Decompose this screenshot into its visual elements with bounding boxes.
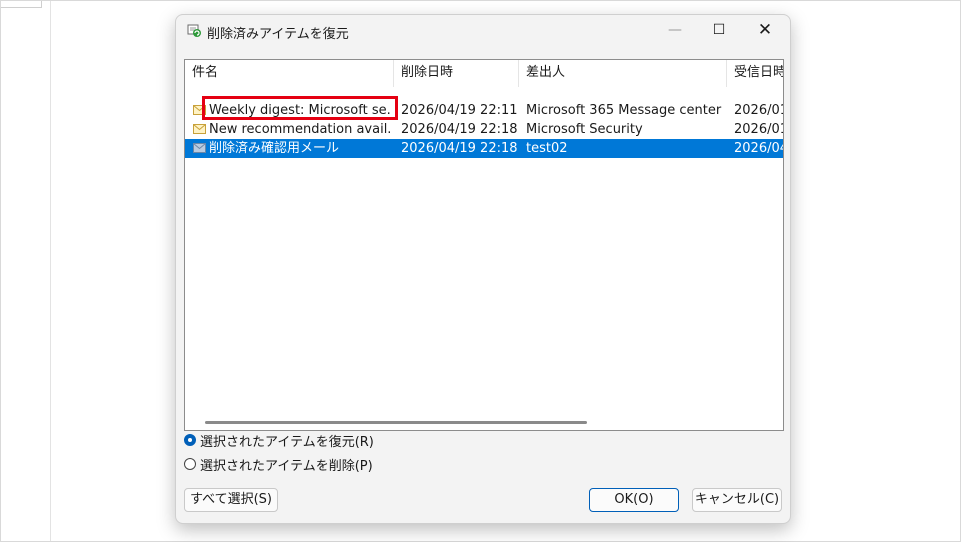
delete-option[interactable]: 選択されたアイテムを削除(P) — [184, 455, 373, 474]
delete-radio[interactable] — [184, 458, 196, 470]
list-item-selected[interactable]: 削除済み確認用メール 2026/04/19 22:18 test02 2026/… — [185, 139, 783, 158]
item-subject: 削除済み確認用メール — [209, 141, 340, 156]
scrollbar-thumb[interactable] — [205, 421, 587, 424]
delete-option-label: 選択されたアイテムを削除(P) — [200, 458, 373, 474]
maximize-icon: ☐ — [712, 22, 726, 38]
item-received-date: 2026/01 — [734, 103, 783, 118]
item-deleted-date: 2026/04/19 22:18 — [401, 141, 518, 156]
close-button[interactable]: ✕ — [742, 15, 788, 45]
item-sender: test02 — [526, 141, 568, 156]
maximize-button[interactable]: ☐ — [696, 15, 742, 45]
envelope-icon — [193, 143, 206, 153]
close-icon: ✕ — [757, 20, 773, 40]
background-tab — [1, 1, 42, 8]
ok-button[interactable]: OK(O) — [589, 488, 679, 512]
restore-option[interactable]: 選択されたアイテムを復元(R) — [184, 431, 374, 450]
item-received-date: 2026/01 — [734, 122, 783, 137]
highlight-annotation — [202, 96, 398, 120]
item-received-date: 2026/04 — [734, 141, 783, 156]
column-header-received-date[interactable]: 受信日時 — [727, 60, 783, 87]
minimize-button[interactable]: — — [652, 15, 698, 45]
item-sender: Microsoft Security — [526, 122, 643, 137]
restore-option-label: 選択されたアイテムを復元(R) — [200, 434, 374, 450]
minimize-icon: — — [668, 22, 682, 38]
envelope-icon — [193, 124, 206, 134]
column-header-subject[interactable]: 件名 — [185, 60, 394, 87]
select-all-button[interactable]: すべて選択(S) — [184, 488, 278, 512]
column-header-deleted-date[interactable]: 削除日時 — [394, 60, 519, 87]
restore-deleted-items-dialog: 削除済みアイテムを復元 — ☐ ✕ 件名 削除日時 差出人 受信日時 Weekl… — [175, 14, 791, 524]
cancel-button[interactable]: キャンセル(C) — [692, 488, 782, 512]
background-panel — [1, 1, 51, 541]
restore-radio[interactable] — [184, 434, 196, 446]
item-deleted-date: 2026/04/19 22:18 — [401, 122, 518, 137]
item-sender: Microsoft 365 Message center — [526, 103, 722, 118]
list-item[interactable]: New recommendation avail... 2026/04/19 2… — [185, 120, 783, 139]
horizontal-scrollbar[interactable] — [186, 418, 782, 428]
dialog-titlebar[interactable]: 削除済みアイテムを復元 — ☐ ✕ — [176, 15, 790, 47]
item-deleted-date: 2026/04/19 22:11 — [401, 103, 518, 118]
dialog-title: 削除済みアイテムを復元 — [207, 27, 349, 42]
column-header-sender[interactable]: 差出人 — [519, 60, 727, 87]
item-subject: New recommendation avail... — [209, 122, 391, 137]
restore-items-icon — [187, 24, 201, 37]
